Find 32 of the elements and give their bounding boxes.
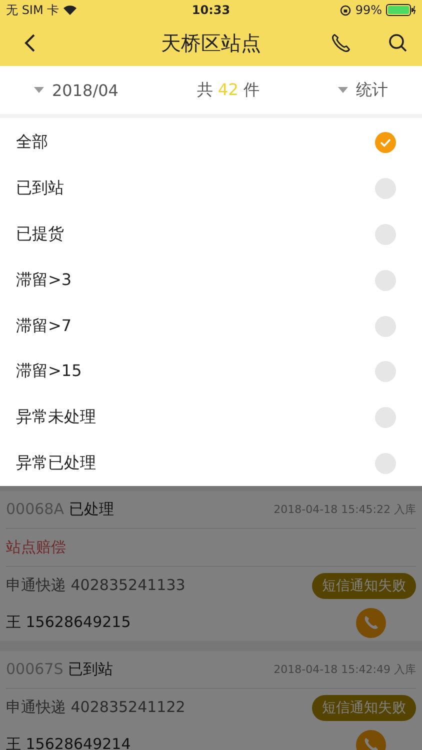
search-icon[interactable] bbox=[388, 33, 408, 53]
back-icon[interactable] bbox=[24, 33, 36, 53]
status-option[interactable]: 已到站 bbox=[0, 166, 422, 212]
arrival-time: 2018-04-18 15:45:22 入库 bbox=[274, 502, 416, 517]
caret-icon bbox=[338, 87, 348, 93]
arrival-time: 2018-04-18 15:42:49 入库 bbox=[274, 662, 416, 677]
caret-icon bbox=[34, 87, 44, 93]
page-title: 天桥区站点 bbox=[160, 30, 262, 56]
stats-dropdown[interactable]: 统计 bbox=[338, 80, 388, 100]
compensation-note: 站点赔偿 bbox=[6, 538, 66, 557]
tracking-number: 申通快递 402835241122 bbox=[6, 698, 186, 717]
tracking-number: 申通快递 402835241133 bbox=[6, 576, 186, 595]
status-option[interactable]: 滞留>3 bbox=[0, 257, 422, 304]
status-option[interactable]: 已提货 bbox=[0, 212, 422, 258]
status-option[interactable]: 异常已处理 bbox=[0, 440, 422, 486]
phone-icon[interactable] bbox=[330, 32, 352, 54]
sms-status-badge: 短信通知失败 bbox=[312, 694, 416, 720]
status-option[interactable]: 滞留>7 bbox=[0, 303, 422, 349]
rotation-lock-icon bbox=[340, 4, 352, 16]
status-option[interactable]: 全部 bbox=[0, 120, 422, 166]
carrier-label: 无 SIM 卡 bbox=[6, 2, 60, 18]
sms-status-badge: 短信通知失败 bbox=[312, 572, 416, 598]
wifi-icon bbox=[63, 5, 78, 15]
contact-phone: 王 15628649215 bbox=[6, 613, 131, 632]
battery-icon bbox=[386, 4, 416, 16]
status-option[interactable]: 滞留>15 bbox=[0, 348, 422, 395]
status-option[interactable]: 异常未处理 bbox=[0, 394, 422, 441]
total-count: 共 42 件 bbox=[196, 80, 260, 100]
month-dropdown[interactable]: 2018/04 bbox=[34, 80, 118, 100]
clock-time: 10:33 bbox=[192, 3, 230, 17]
contact-phone: 王 15628649214 bbox=[6, 735, 131, 750]
battery-percent: 99% bbox=[355, 3, 382, 17]
